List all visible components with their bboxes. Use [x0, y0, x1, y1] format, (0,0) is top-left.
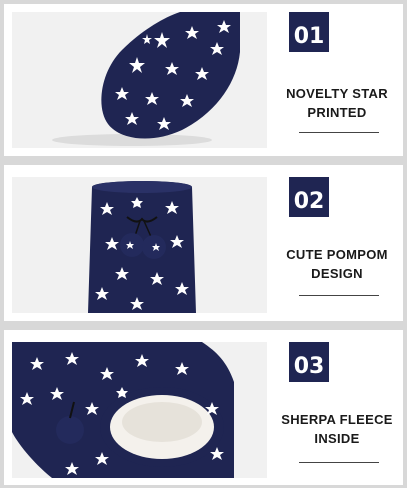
- caption-divider: [299, 295, 379, 296]
- pompom-slipper-photo: [12, 177, 267, 313]
- feature-card-3: 03 SHERPA FLEECE INSIDE: [4, 330, 403, 485]
- caption-line-2: PRINTED: [307, 105, 367, 120]
- feature-number-badge: 01: [289, 12, 329, 52]
- feature-number-badge: 03: [289, 342, 329, 382]
- feature-caption: CUTE POMPOM DESIGN: [272, 245, 402, 283]
- caption-line-1: NOVELTY STAR: [286, 86, 388, 101]
- caption-line-2: INSIDE: [314, 431, 360, 446]
- star-slipper-photo: [12, 12, 267, 148]
- feature-card-1: 01 NOVELTY STAR PRINTED: [4, 4, 403, 156]
- feature-card-2: 02 CUTE POMPOM DESIGN: [4, 165, 403, 321]
- feature-number-badge: 02: [289, 177, 329, 217]
- caption-divider: [299, 132, 379, 133]
- caption-line-1: SHERPA FLEECE: [281, 412, 393, 427]
- feature-caption: NOVELTY STAR PRINTED: [272, 84, 402, 122]
- caption-line-2: DESIGN: [311, 266, 363, 281]
- caption-divider: [299, 462, 379, 463]
- sherpa-lining-photo: [12, 342, 267, 478]
- caption-line-1: CUTE POMPOM: [286, 247, 388, 262]
- feature-caption: SHERPA FLEECE INSIDE: [272, 410, 402, 448]
